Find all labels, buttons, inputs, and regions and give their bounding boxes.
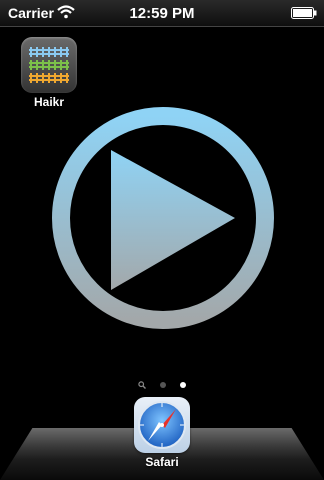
play-icon — [52, 107, 274, 329]
page-dot[interactable] — [160, 381, 166, 388]
safari-app-icon[interactable] — [134, 397, 190, 453]
spotlight-search-icon[interactable] — [137, 381, 146, 389]
battery-icon — [291, 7, 317, 19]
status-time: 12:59 PM — [129, 5, 195, 22]
status-bar: Carrier 12:59 PM — [0, 0, 324, 27]
page-dot-active[interactable] — [180, 381, 187, 388]
safari-app-label: Safari — [145, 455, 179, 469]
page-indicator[interactable] — [0, 376, 324, 389]
safari-compass-icon — [138, 401, 186, 449]
